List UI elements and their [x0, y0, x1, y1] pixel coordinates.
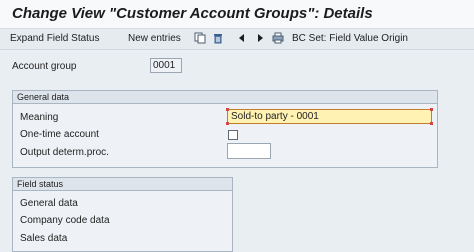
bc-set-field-value-origin-button[interactable]: BC Set: Field Value Origin — [292, 33, 408, 44]
general-data-header: General data — [13, 91, 437, 104]
focus-marker — [430, 122, 433, 125]
one-time-account-checkbox[interactable] — [228, 130, 238, 140]
new-entries-button[interactable]: New entries — [128, 33, 181, 44]
toolbar: Expand Field Status New entries BC Set: … — [0, 29, 474, 50]
focus-marker — [226, 108, 229, 111]
copy-icon[interactable] — [194, 32, 206, 44]
previous-entry-icon[interactable] — [236, 32, 248, 44]
field-status-item-sales-data[interactable]: Sales data — [20, 233, 67, 244]
one-time-account-label: One-time account — [20, 129, 99, 140]
next-entry-icon[interactable] — [254, 32, 266, 44]
expand-field-status-button[interactable]: Expand Field Status — [10, 33, 100, 44]
field-status-item-general-data[interactable]: General data — [20, 198, 78, 209]
print-icon[interactable] — [272, 32, 284, 44]
meaning-input[interactable]: Sold-to party - 0001 — [227, 109, 432, 124]
focus-marker — [430, 108, 433, 111]
output-determ-proc-label: Output determ.proc. — [20, 147, 109, 158]
title-bar: Change View "Customer Account Groups": D… — [0, 0, 474, 29]
delete-icon[interactable] — [212, 32, 224, 44]
field-status-item-company-code-data[interactable]: Company code data — [20, 215, 110, 226]
focus-marker — [226, 122, 229, 125]
account-group-field: 0001 — [150, 58, 182, 73]
field-status-header: Field status — [13, 178, 232, 191]
account-group-label: Account group — [12, 61, 77, 72]
page-title: Change View "Customer Account Groups": D… — [12, 5, 373, 22]
meaning-label: Meaning — [20, 112, 59, 123]
output-determ-proc-input[interactable] — [227, 143, 271, 159]
